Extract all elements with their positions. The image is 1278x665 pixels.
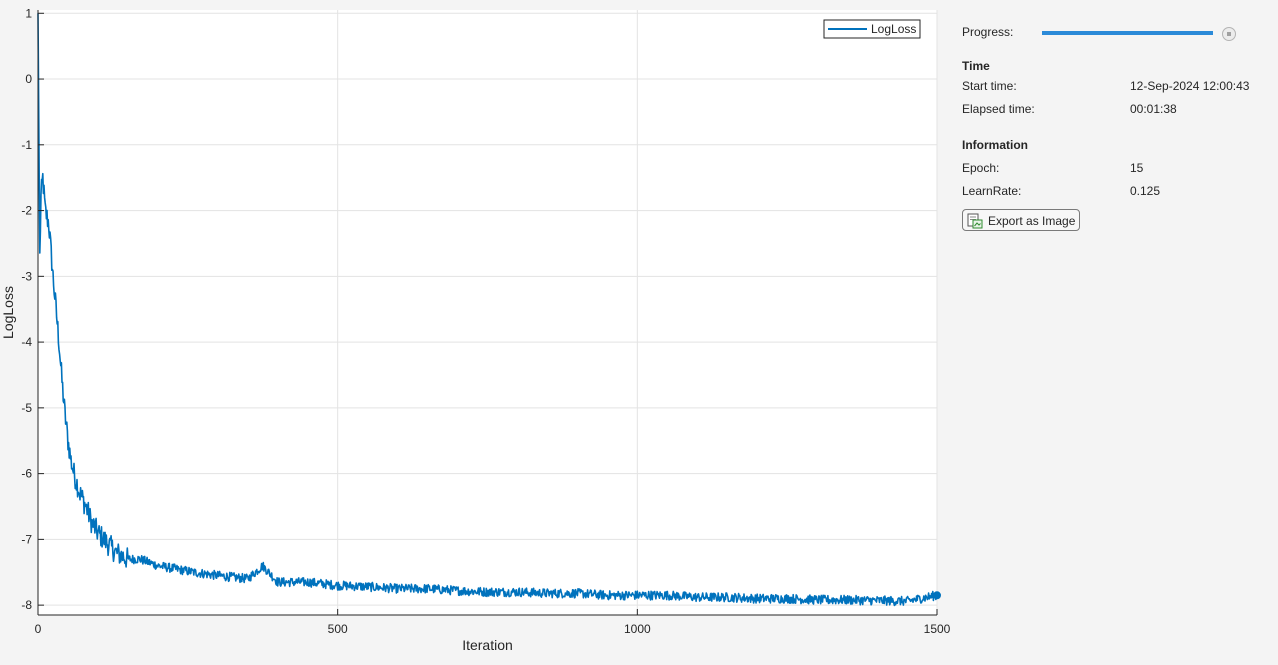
x-tick-label: 1000 — [624, 622, 651, 636]
y-tick-label: -4 — [21, 335, 32, 349]
y-tick-label: -1 — [21, 138, 32, 152]
y-tick-label: -6 — [21, 467, 32, 481]
series-endpoint-marker — [933, 591, 941, 600]
training-progress-window: 0 500 1000 1500 1 0 -1 -2 -3 -4 -5 -6 -7 -8 Iteration L… — [0, 0, 1278, 665]
export-button-label: Export as Image — [988, 214, 1076, 228]
x-tick-label: 1500 — [924, 622, 950, 636]
progress-label: Progress: — [962, 25, 1014, 39]
x-tick-label: 500 — [328, 622, 348, 636]
export-as-image-button[interactable]: Export as Image — [962, 209, 1080, 231]
elapsed-time-label: Elapsed time: — [962, 102, 1035, 116]
y-tick-label: -7 — [21, 532, 32, 546]
legend-entry-label: LogLoss — [871, 22, 916, 36]
legend: LogLoss — [823, 19, 921, 39]
y-tick-label: -2 — [21, 204, 32, 218]
y-tick-label: 1 — [25, 6, 32, 20]
training-plot: 0 500 1000 1500 1 0 -1 -2 -3 -4 -5 -6 -7 -8 Iteration L… — [0, 6, 950, 653]
elapsed-time-value: 00:01:38 — [1130, 102, 1177, 116]
start-time-row: Start time: 12-Sep-2024 12:00:43 — [962, 79, 1272, 97]
time-section-title: Time — [962, 59, 990, 73]
learnrate-value: 0.125 — [1130, 184, 1161, 198]
y-axis-label: LogLoss — [0, 286, 16, 339]
learnrate-label: LearnRate: — [962, 184, 1022, 198]
x-axis-label: Iteration — [462, 637, 513, 653]
x-tick-label: 0 — [35, 622, 42, 636]
progress-bar — [1042, 31, 1213, 35]
y-tick-label: -5 — [21, 401, 32, 415]
y-tick-label: 0 — [25, 72, 32, 86]
learnrate-row: LearnRate: 0.125 — [962, 184, 1272, 202]
start-time-value: 12-Sep-2024 12:00:43 — [1130, 79, 1250, 93]
information-section-title: Information — [962, 138, 1028, 152]
epoch-value: 15 — [1130, 161, 1144, 175]
epoch-row: Epoch: 15 — [962, 161, 1272, 179]
y-tick-label: -8 — [21, 598, 32, 612]
stop-training-button[interactable] — [1222, 27, 1236, 41]
plot-area — [38, 10, 937, 615]
export-image-icon — [967, 213, 983, 229]
epoch-label: Epoch: — [962, 161, 1000, 175]
y-tick-label: -3 — [21, 269, 32, 283]
stop-icon — [1227, 32, 1231, 36]
start-time-label: Start time: — [962, 79, 1017, 93]
info-panel: Progress: Time Start time: 12-Sep-2024 1… — [962, 0, 1272, 665]
progress-bar-fill — [1042, 31, 1213, 35]
elapsed-time-row: Elapsed time: 00:01:38 — [962, 102, 1272, 120]
